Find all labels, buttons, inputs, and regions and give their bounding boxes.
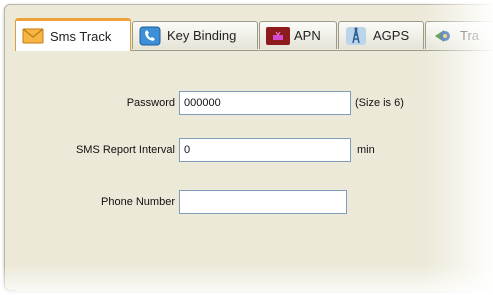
password-field[interactable] — [179, 91, 351, 115]
antenna-tower-icon — [345, 26, 367, 46]
sms-track-page: Password (Size is 6) SMS Report Interval… — [15, 50, 493, 291]
sms-report-interval-field[interactable] — [179, 138, 351, 162]
tab-strip: Sms Track Key Binding APN AGPS Tra — [15, 17, 493, 51]
password-label: Password — [126, 97, 175, 109]
tab-apn[interactable]: APN — [259, 21, 337, 49]
tab-label: Key Binding — [167, 28, 237, 43]
tab-tra[interactable]: Tra — [425, 21, 493, 49]
tab-key-binding[interactable]: Key Binding — [132, 21, 258, 49]
password-size-hint: (Size is 6) — [355, 97, 404, 109]
phone-number-field[interactable] — [179, 190, 347, 214]
tab-label: Tra — [460, 28, 480, 43]
phone-icon — [139, 26, 161, 46]
tab-label: APN — [294, 28, 321, 43]
tab-label: Sms Track — [50, 28, 112, 44]
tab-label: AGPS — [373, 28, 410, 43]
phone-number-label: Phone Number — [101, 196, 175, 208]
router-icon — [266, 26, 290, 46]
settings-window: Sms Track Key Binding APN AGPS Tra Passw… — [4, 4, 493, 291]
tab-sms-track[interactable]: Sms Track — [15, 18, 131, 51]
sms-report-interval-label: SMS Report Interval — [75, 144, 175, 156]
interval-unit: min — [357, 144, 375, 156]
envelope-icon — [22, 26, 44, 46]
satellite-icon — [432, 26, 454, 46]
tab-agps[interactable]: AGPS — [338, 21, 424, 49]
